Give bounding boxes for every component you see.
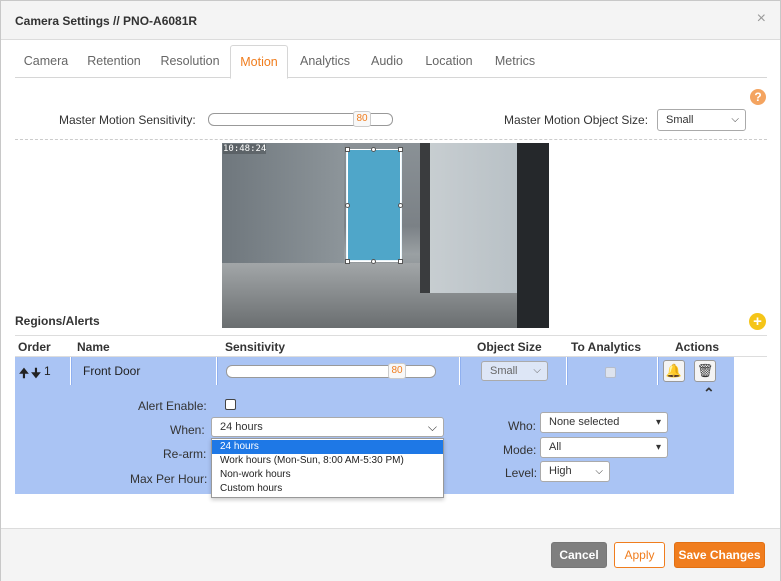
who-value: None selected bbox=[549, 416, 620, 428]
preview-dark-edge bbox=[517, 143, 549, 328]
level-label: Level: bbox=[505, 466, 538, 480]
preview-wall-left bbox=[222, 143, 344, 273]
rearm-label: Re-arm: bbox=[163, 447, 207, 461]
master-object-size-select[interactable]: Small ⌵ bbox=[657, 109, 746, 131]
to-analytics-cell bbox=[568, 357, 658, 385]
to-analytics-checkbox[interactable] bbox=[605, 367, 616, 378]
bell-icon[interactable]: 🔔 bbox=[663, 360, 685, 382]
master-object-size-label: Master Motion Object Size: bbox=[504, 113, 649, 127]
tab-metrics[interactable]: Metrics bbox=[488, 45, 542, 78]
mode-value: All bbox=[549, 441, 562, 453]
tab-location[interactable]: Location bbox=[419, 45, 479, 78]
settings-tabs: Camera Retention Resolution Motion Analy… bbox=[15, 45, 767, 79]
help-icon[interactable]: ? bbox=[750, 89, 766, 105]
move-up-icon[interactable]: 🠉 bbox=[19, 364, 29, 385]
add-region-icon[interactable]: + bbox=[749, 313, 766, 330]
row-sensitivity-slider[interactable]: 80 bbox=[226, 363, 436, 379]
chevron-down-icon: ⌵ bbox=[427, 420, 437, 434]
preview-door-frame bbox=[420, 143, 430, 293]
tab-analytics[interactable]: Analytics bbox=[295, 45, 355, 78]
region-handle[interactable] bbox=[345, 259, 350, 264]
when-value: 24 hours bbox=[220, 421, 263, 433]
mode-select[interactable]: All ▾ bbox=[540, 437, 668, 458]
header-actions: Actions bbox=[675, 340, 720, 354]
row-object-size-value: Small bbox=[490, 365, 518, 377]
dialog-header: Camera Settings // PNO-A6081R × bbox=[1, 1, 780, 40]
when-label: When: bbox=[170, 423, 205, 437]
mode-label: Mode: bbox=[503, 443, 537, 457]
row-object-size-select[interactable]: Small ⌵ bbox=[481, 361, 548, 381]
table-row[interactable]: 🠉 🠋 1 Front Door 80 Small ⌵ 🔔 🗑 bbox=[15, 357, 734, 385]
caret-down-icon: ▾ bbox=[655, 442, 661, 453]
region-handle[interactable] bbox=[398, 259, 403, 264]
row-name[interactable]: Front Door bbox=[83, 364, 140, 378]
header-name: Name bbox=[77, 340, 110, 354]
master-sensitivity-label: Master Motion Sensitivity: bbox=[59, 113, 196, 127]
master-sensitivity-knob[interactable]: 80 bbox=[353, 111, 371, 127]
when-option-non-work-hours[interactable]: Non-work hours bbox=[212, 468, 443, 482]
preview-timestamp: 10:48:24 bbox=[223, 144, 267, 154]
header-sensitivity: Sensitivity bbox=[225, 340, 286, 354]
when-option-work-hours[interactable]: Work hours (Mon-Sun, 8:00 AM-5:30 PM) bbox=[212, 454, 443, 468]
regions-table-header: Order Name Sensitivity Object Size To An… bbox=[15, 335, 767, 357]
region-handle[interactable] bbox=[398, 147, 403, 152]
max-per-hour-label: Max Per Hour: bbox=[130, 472, 208, 486]
master-object-size-value: Small bbox=[666, 114, 694, 126]
close-icon[interactable]: × bbox=[757, 10, 766, 28]
sensitivity-cell: 80 bbox=[218, 357, 460, 385]
when-option-24-hours[interactable]: 24 hours bbox=[212, 440, 443, 454]
object-size-cell: Small ⌵ bbox=[461, 357, 567, 385]
tab-motion[interactable]: Motion bbox=[230, 45, 288, 79]
region-handle[interactable] bbox=[371, 147, 376, 152]
alert-enable-checkbox[interactable] bbox=[225, 399, 236, 410]
header-order: Order bbox=[18, 340, 51, 354]
level-select[interactable]: High ⌵ bbox=[540, 461, 610, 482]
when-dropdown-list: 24 hours Work hours (Mon-Sun, 8:00 AM-5:… bbox=[211, 438, 444, 498]
camera-settings-dialog: Camera Settings // PNO-A6081R × Camera R… bbox=[0, 0, 781, 581]
level-value: High bbox=[549, 465, 572, 477]
region-handle[interactable] bbox=[345, 203, 350, 208]
move-down-icon[interactable]: 🠋 bbox=[31, 364, 41, 385]
row-order: 1 bbox=[44, 364, 51, 378]
motion-region-box[interactable] bbox=[345, 147, 403, 264]
camera-preview[interactable]: 10:48:24 bbox=[222, 143, 549, 328]
region-handle[interactable] bbox=[371, 259, 376, 264]
save-changes-button[interactable]: Save Changes bbox=[674, 542, 765, 568]
trash-icon[interactable]: 🗑 bbox=[694, 360, 716, 382]
header-object-size: Object Size bbox=[477, 340, 542, 354]
header-to-analytics: To Analytics bbox=[571, 340, 642, 354]
tab-resolution[interactable]: Resolution bbox=[157, 45, 223, 78]
when-option-custom-hours[interactable]: Custom hours bbox=[212, 482, 443, 496]
row-sensitivity-knob[interactable]: 80 bbox=[388, 363, 406, 379]
order-cell: 🠉 🠋 1 bbox=[15, 357, 71, 385]
cancel-button[interactable]: Cancel bbox=[551, 542, 607, 568]
alert-enable-label: Alert Enable: bbox=[138, 399, 207, 413]
when-select[interactable]: 24 hours ⌵ bbox=[211, 417, 444, 437]
region-handle[interactable] bbox=[398, 203, 403, 208]
master-sensitivity-slider[interactable]: 80 bbox=[208, 111, 393, 127]
actions-cell: 🔔 🗑 bbox=[659, 357, 734, 385]
chevron-down-icon: ⌵ bbox=[595, 466, 603, 477]
apply-button[interactable]: Apply bbox=[614, 542, 665, 568]
tab-audio[interactable]: Audio bbox=[365, 45, 409, 78]
tab-retention[interactable]: Retention bbox=[83, 45, 145, 78]
chevron-down-icon: ⌵ bbox=[731, 114, 739, 125]
divider bbox=[15, 139, 767, 140]
collapse-icon[interactable]: ⌃ bbox=[703, 385, 715, 402]
region-handle[interactable] bbox=[345, 147, 350, 152]
name-cell: Front Door bbox=[72, 357, 217, 385]
caret-down-icon: ▾ bbox=[655, 417, 661, 428]
dialog-title: Camera Settings // PNO-A6081R bbox=[15, 14, 198, 28]
chevron-down-icon: ⌵ bbox=[533, 365, 541, 376]
regions-alerts-title: Regions/Alerts bbox=[15, 314, 100, 328]
who-label: Who: bbox=[508, 419, 537, 433]
tab-camera[interactable]: Camera bbox=[15, 45, 77, 78]
who-select[interactable]: None selected ▾ bbox=[540, 412, 668, 433]
